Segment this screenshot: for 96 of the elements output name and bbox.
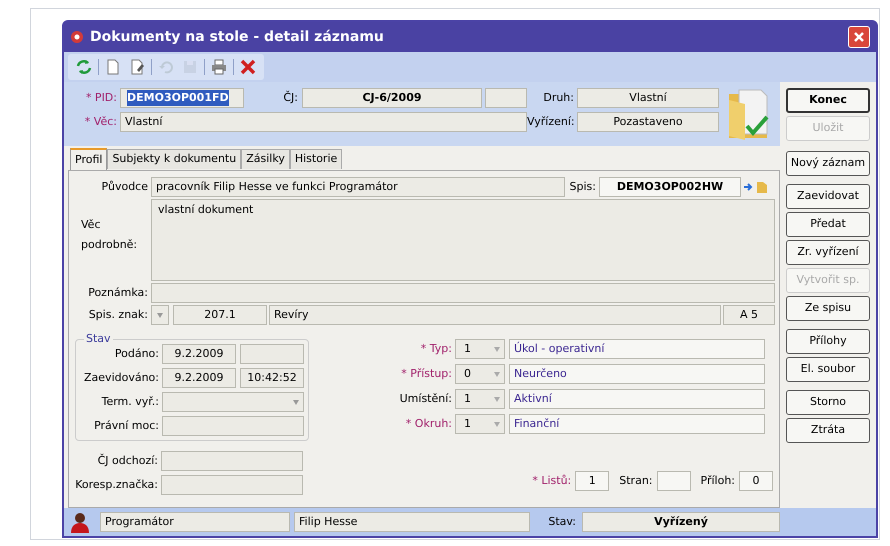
field-label: Právní moc: bbox=[93, 418, 160, 434]
input-field[interactable]: A 5 bbox=[723, 305, 775, 325]
field-label: Vyřízení: bbox=[527, 114, 576, 130]
field-value: 1 bbox=[464, 390, 471, 407]
input-field[interactable]: Aktivní bbox=[509, 389, 765, 409]
arrow-folder-icon bbox=[743, 180, 769, 194]
field-label: ČJ: bbox=[282, 90, 299, 106]
field-label: * Věc: bbox=[84, 114, 118, 130]
field-label: Poznámka: bbox=[87, 284, 149, 301]
input-field[interactable] bbox=[656, 471, 691, 491]
input-field[interactable]: 1 bbox=[575, 471, 610, 491]
text-area[interactable]: vlastní dokument bbox=[151, 199, 775, 281]
tab[interactable]: Zásilky bbox=[241, 149, 290, 169]
action-button[interactable]: Zr. vyřízení bbox=[786, 240, 870, 265]
spin-field[interactable]: 1 bbox=[455, 414, 505, 434]
print-button[interactable] bbox=[209, 57, 229, 77]
delete-icon bbox=[239, 58, 257, 76]
action-button[interactable]: Storno bbox=[786, 390, 870, 415]
input-field[interactable]: CJ-6/2009 bbox=[302, 88, 482, 108]
action-button[interactable]: Zaevidovat bbox=[786, 184, 870, 209]
action-button[interactable]: El. soubor bbox=[786, 357, 870, 382]
input-field[interactable] bbox=[162, 416, 304, 436]
action-button[interactable]: Přílohy bbox=[786, 329, 870, 354]
field-label: Příloh: bbox=[700, 472, 736, 489]
tab[interactable]: Subjekty k dokumentu bbox=[107, 149, 242, 169]
refresh-button[interactable] bbox=[74, 57, 94, 77]
spin-field[interactable]: 1 bbox=[455, 389, 505, 409]
field-value: 0 bbox=[464, 366, 471, 382]
field-label: Term. vyř.: bbox=[100, 394, 160, 410]
dropdown-button[interactable] bbox=[151, 305, 169, 325]
down-arrow-icon bbox=[493, 395, 501, 403]
field-label: * Okruh: bbox=[404, 416, 453, 432]
field-label: * Listů: bbox=[532, 472, 572, 489]
input-field[interactable]: Vlastní bbox=[120, 112, 527, 132]
tab[interactable]: Historie bbox=[290, 149, 342, 169]
field-label: Spis. znak: bbox=[88, 306, 149, 323]
input-field[interactable]: Programátor bbox=[100, 512, 290, 532]
action-button[interactable]: Ze spisu bbox=[786, 296, 870, 321]
field-label: * Typ: bbox=[420, 340, 453, 357]
field-label: Stran: bbox=[619, 472, 654, 489]
field-label: * PID: bbox=[84, 90, 118, 106]
input-field[interactable]: 207.1 bbox=[173, 305, 267, 325]
down-arrow-icon bbox=[493, 420, 501, 428]
input-field[interactable]: Pozastaveno bbox=[577, 112, 719, 132]
input-field[interactable]: pracovník Filip Hesse ve funkci Programátor bbox=[151, 177, 565, 197]
field-label: Stav: bbox=[547, 514, 577, 530]
field-label: Spis: bbox=[568, 178, 597, 195]
down-arrow-icon bbox=[493, 370, 501, 378]
user-icon bbox=[68, 510, 92, 534]
refresh-icon bbox=[75, 58, 93, 76]
down-arrow-icon bbox=[156, 311, 164, 319]
down-arrow-icon bbox=[493, 345, 501, 353]
tab[interactable]: Profil bbox=[70, 148, 108, 170]
field-label: Podáno: bbox=[114, 346, 160, 362]
input-field[interactable]: 0 bbox=[739, 471, 773, 491]
field-label: Koresp.značka: bbox=[74, 476, 159, 493]
input-field[interactable]: Finanční bbox=[509, 414, 765, 434]
field-label: Věc podrobně: bbox=[80, 217, 138, 253]
close-button[interactable] bbox=[848, 26, 870, 48]
input-field[interactable]: DEMO3OP002HW bbox=[599, 177, 741, 197]
print-icon bbox=[210, 58, 228, 76]
input-field[interactable]: Filip Hesse bbox=[294, 512, 530, 532]
field-label: * Přístup: bbox=[400, 366, 453, 382]
window-title: Dokumenty na stole - detail záznamu bbox=[90, 28, 384, 46]
input-field[interactable] bbox=[161, 475, 303, 495]
input-field[interactable] bbox=[485, 88, 527, 108]
field-label: Umístění: bbox=[398, 390, 453, 407]
field-value: 1 bbox=[464, 416, 471, 432]
action-button[interactable]: Ztráta bbox=[786, 418, 870, 443]
input-field[interactable] bbox=[161, 451, 303, 471]
input-field[interactable]: Neurčeno bbox=[509, 364, 765, 384]
dropdown-field[interactable] bbox=[162, 392, 304, 412]
input-field[interactable]: 10:42:52 bbox=[240, 368, 304, 388]
input-field[interactable]: Revíry bbox=[269, 305, 721, 325]
close-icon bbox=[853, 31, 865, 43]
down-arrow-icon bbox=[292, 398, 300, 406]
input-field[interactable]: 9.2.2009 bbox=[162, 344, 236, 364]
field-value: 1 bbox=[464, 340, 471, 357]
spin-field[interactable]: 0 bbox=[455, 364, 505, 384]
action-button[interactable]: Předat bbox=[786, 212, 870, 237]
delete-button[interactable] bbox=[238, 57, 258, 77]
action-button[interactable]: Nový záznam bbox=[786, 151, 870, 176]
input-field[interactable] bbox=[151, 283, 775, 303]
input-field[interactable]: 9.2.2009 bbox=[162, 368, 236, 388]
field-label: Druh: bbox=[542, 90, 575, 106]
input-field[interactable]: Vyřízený bbox=[582, 512, 780, 532]
input-field[interactable]: Úkol - operativní bbox=[509, 339, 765, 359]
field-label: Zaevidováno: bbox=[83, 370, 160, 386]
input-field[interactable] bbox=[240, 344, 304, 364]
app-icon bbox=[70, 30, 84, 44]
spin-field[interactable]: 1 bbox=[455, 339, 505, 359]
input-field[interactable]: Vlastní bbox=[577, 88, 719, 108]
input-field[interactable]: DEMO3OP001FD bbox=[120, 88, 244, 108]
field-label: Původce bbox=[100, 178, 149, 195]
action-button[interactable]: Konec bbox=[786, 88, 870, 113]
field-label: ČJ odchozí: bbox=[96, 452, 159, 469]
